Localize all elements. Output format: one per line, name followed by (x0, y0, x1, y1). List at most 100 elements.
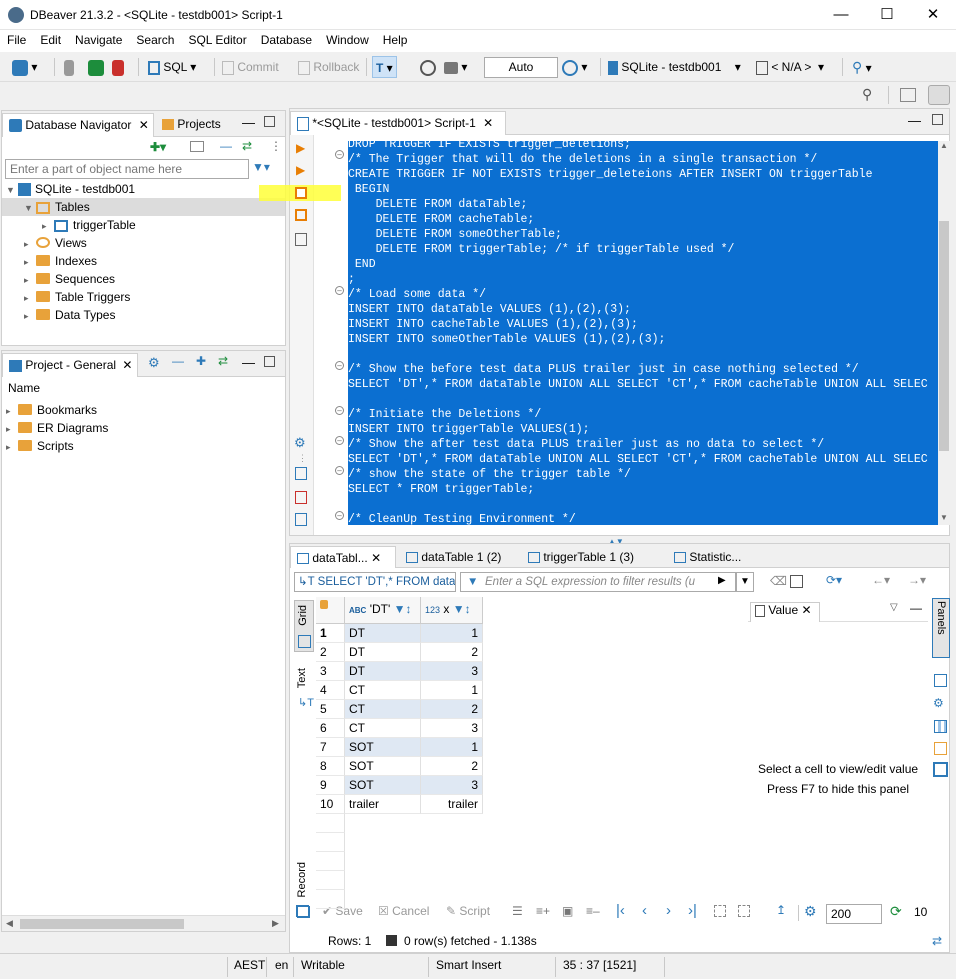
sql-code-area[interactable]: DROP TRIGGER IF EXISTS trigger_deletions… (348, 141, 938, 525)
project-item-bookmarks[interactable]: ▸ Bookmarks (6, 401, 97, 419)
export-data-icon[interactable]: ↥ (776, 903, 786, 917)
cell-x[interactable]: trailer (421, 795, 483, 814)
result-tab-statistics[interactable]: Statistic... (668, 546, 747, 568)
results-grid[interactable]: ABC 'DT' ▼↕ 123 x ▼↕ 1 DT 1 2 DT 2 3 DT 3 4 CT 1 5 CT… (316, 597, 742, 909)
gear-icon[interactable]: ⚙ (148, 355, 160, 371)
filter-icon[interactable]: ▼▾ (252, 160, 270, 174)
tab-script-1[interactable]: *<SQLite - testdb001> Script-1 ✕ (290, 111, 506, 135)
close-tab-icon[interactable]: ✕ (371, 551, 381, 565)
minimize-icon[interactable]: — (242, 115, 255, 130)
row-number[interactable]: 2 (316, 643, 345, 662)
value-viewer-icon[interactable] (933, 762, 948, 777)
execute-script-new-tab-icon[interactable] (295, 209, 307, 221)
link-icon[interactable]: ⇄ (218, 354, 228, 368)
fold-toggle[interactable]: – (335, 150, 344, 159)
add-row-icon[interactable] (296, 905, 309, 917)
cell-dt[interactable]: CT (345, 681, 421, 700)
new-connection-small-icon[interactable]: ✚▾ (150, 140, 166, 154)
close-tab-icon[interactable]: ✕ (483, 116, 493, 130)
row-number[interactable]: 3 (316, 662, 345, 681)
expand-icon[interactable]: ✚ (196, 354, 206, 368)
result-tab-1[interactable]: dataTabl... ✕ (290, 546, 396, 568)
apply-filter-icon[interactable]: ▶ (718, 575, 726, 586)
last-page-icon[interactable]: ›| (688, 902, 697, 919)
sort-filter-icon[interactable]: ▼↕ (394, 602, 412, 616)
cell-dt[interactable]: SOT (345, 757, 421, 776)
cell-dt[interactable]: SOT (345, 738, 421, 757)
panels-toggle[interactable]: Panels (932, 598, 950, 658)
active-connection-selector[interactable]: SQLite - testdb001 ▾ (608, 56, 741, 78)
new-connection-button[interactable]: ▾ (12, 56, 37, 78)
back-icon[interactable]: ←▾ (872, 573, 890, 587)
row-number[interactable]: 8 (316, 757, 345, 776)
menu-search[interactable]: Search (129, 30, 181, 47)
tab-projects[interactable]: Projects (156, 113, 227, 137)
save-filter-icon[interactable] (790, 575, 803, 588)
fetch-all-icon[interactable] (738, 905, 750, 917)
tree-connection-sqlite[interactable]: ▼ SQLite - testdb001 (6, 180, 135, 198)
cell-x[interactable]: 3 (421, 719, 483, 738)
cell-x[interactable]: 3 (421, 662, 483, 681)
menu-navigate[interactable]: Navigate (68, 30, 129, 47)
metadata-icon[interactable] (934, 720, 947, 733)
close-tab-icon[interactable]: ✕ (139, 118, 149, 132)
filter-expression-input[interactable]: ▼ Enter a SQL expression to filter result… (460, 572, 736, 592)
cancel-button[interactable]: ☒ Cancel (378, 904, 429, 918)
cell-dt[interactable]: trailer (345, 795, 421, 814)
fold-toggle[interactable]: – (335, 511, 344, 520)
result-tab-3[interactable]: triggerTable 1 (3) (522, 546, 640, 568)
first-page-icon[interactable]: |‹ (616, 902, 625, 919)
script-button[interactable]: ✎ Script (446, 904, 490, 918)
commit-button[interactable]: Commit (222, 56, 279, 78)
tree-views[interactable]: ▸ Views (24, 234, 87, 252)
project-item-scripts[interactable]: ▸ Scripts (6, 437, 74, 455)
next-page-icon[interactable]: › (666, 902, 671, 919)
search-toolbar-button[interactable]: ⚲ ▾ (852, 56, 872, 78)
editor-scrollbar-thumb[interactable] (939, 221, 949, 451)
cell-x[interactable]: 2 (421, 757, 483, 776)
row-number[interactable]: 5 (316, 700, 345, 719)
grouping-icon[interactable] (934, 674, 947, 687)
cell-x[interactable]: 2 (421, 643, 483, 662)
link-editor-icon[interactable]: ⇄ (242, 139, 252, 153)
minimize-icon[interactable]: — (908, 113, 921, 128)
cell-dt[interactable]: DT (345, 662, 421, 681)
collapse-all-icon[interactable]: — (220, 139, 232, 153)
fold-toggle[interactable]: – (335, 361, 344, 370)
cell-x[interactable]: 3 (421, 776, 483, 795)
new-folder-icon[interactable] (190, 141, 204, 152)
dashboard-button[interactable] (420, 56, 436, 78)
load-script-icon[interactable] (295, 491, 307, 504)
cell-dt[interactable]: SOT (345, 776, 421, 795)
menu-file[interactable]: File (0, 30, 33, 47)
save-script-icon[interactable] (295, 513, 307, 526)
tree-trigger-table[interactable]: ▸ triggerTable (42, 216, 136, 234)
menu-sql-editor[interactable]: SQL Editor (181, 30, 253, 47)
active-schema-selector[interactable]: < N/A > ▾ (756, 56, 824, 78)
cell-dt[interactable]: CT (345, 719, 421, 738)
row-number[interactable]: 9 (316, 776, 345, 795)
forward-icon[interactable]: →▾ (908, 573, 926, 587)
connect-button[interactable] (88, 56, 104, 78)
row-number[interactable]: 7 (316, 738, 345, 757)
row-number[interactable]: 10 (316, 795, 345, 814)
cell-x[interactable]: 1 (421, 624, 483, 643)
export-icon[interactable] (295, 467, 307, 480)
disconnect-all-button[interactable] (112, 56, 124, 78)
tab-database-navigator[interactable]: Database Navigator ✕ (2, 113, 154, 137)
tree-data-types[interactable]: ▸ Data Types (24, 306, 115, 324)
menu-edit[interactable]: Edit (33, 30, 68, 47)
driver-manager-button[interactable]: ▾ (444, 56, 467, 78)
cell-x[interactable]: 1 (421, 681, 483, 700)
cell-dt[interactable]: CT (345, 700, 421, 719)
maximize-icon[interactable] (932, 114, 943, 125)
tree-indexes[interactable]: ▸ Indexes (24, 252, 97, 270)
toggle-panel-icon[interactable]: ⇄ (932, 934, 942, 948)
row-number[interactable]: 1 (316, 624, 345, 643)
open-perspective-icon[interactable] (900, 88, 916, 102)
scrollbar-thumb[interactable] (20, 919, 184, 929)
refresh-icon[interactable]: ⟳▾ (826, 573, 842, 587)
calc-icon[interactable] (934, 742, 947, 755)
explain-plan-icon[interactable] (295, 233, 307, 246)
maximize-button[interactable]: ☐ (864, 5, 910, 27)
